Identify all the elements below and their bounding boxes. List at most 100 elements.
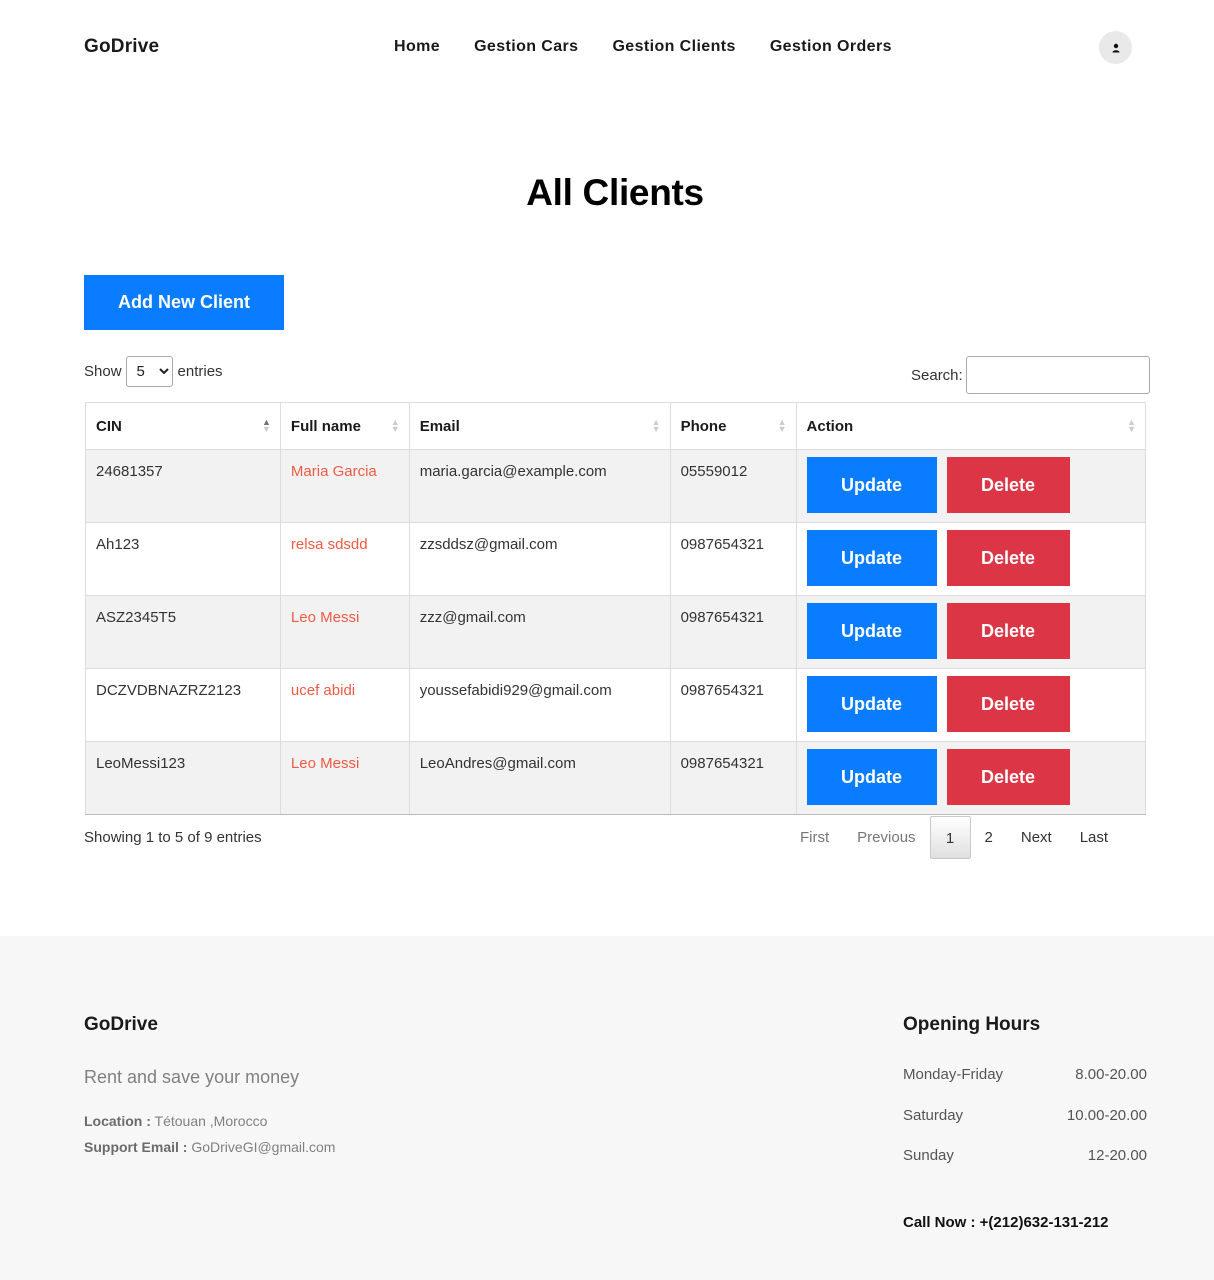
column-label: Email xyxy=(419,417,460,435)
brand-logo[interactable]: GoDrive xyxy=(84,36,159,58)
footer-location: Location : Tétouan ,Morocco xyxy=(84,1113,267,1129)
cell-action: Update Delete xyxy=(795,595,1147,669)
cell-phone: 0987654321 xyxy=(669,522,797,596)
hours-day: Saturday xyxy=(903,1106,964,1124)
update-button[interactable]: Update xyxy=(806,530,937,586)
delete-button[interactable]: Delete xyxy=(946,676,1070,732)
column-header-email[interactable]: Email ▲ ▼ xyxy=(408,402,671,450)
delete-button[interactable]: Delete xyxy=(946,603,1070,659)
delete-button[interactable]: Delete xyxy=(946,530,1070,586)
column-label: Phone xyxy=(680,417,727,435)
cell-full-name[interactable]: relsa sdsdd xyxy=(279,522,410,596)
delete-button[interactable]: Delete xyxy=(946,749,1070,805)
pagination-last[interactable]: Last xyxy=(1066,816,1122,859)
footer-tagline: Rent and save your money xyxy=(84,1067,300,1087)
column-header-phone[interactable]: Phone ▲ ▼ xyxy=(669,402,797,450)
hours-time: 12-20.00 xyxy=(1087,1147,1147,1164)
table-row: Ah123 relsa sdsdd zzsddsz@gmail.com 0987… xyxy=(85,522,1147,596)
pagination-next[interactable]: Next xyxy=(1007,816,1066,859)
column-label: CIN xyxy=(96,417,122,435)
cell-cin: 24681357 xyxy=(85,449,281,523)
nav-gestion-cars[interactable]: Gestion Cars xyxy=(474,38,578,56)
add-new-client-button[interactable]: Add New Client xyxy=(84,275,284,330)
cell-email: maria.garcia@example.com xyxy=(408,449,671,523)
update-button[interactable]: Update xyxy=(806,457,937,513)
cell-full-name[interactable]: Maria Garcia xyxy=(279,449,410,523)
cell-phone: 0987654321 xyxy=(669,741,797,815)
cell-phone: 0987654321 xyxy=(669,668,797,742)
navbar: GoDrive Home Gestion Cars Gestion Client… xyxy=(0,0,1214,96)
cell-cin: DCZVDBNAZRZ2123 xyxy=(85,668,281,742)
hours-time: 10.00-20.00 xyxy=(1066,1106,1147,1124)
entries-select[interactable]: 5 xyxy=(125,356,173,387)
footer-support-email: Support Email : GoDriveGI@gmail.com xyxy=(84,1139,335,1155)
entries-length-control: Show 5 entries xyxy=(84,356,223,387)
table-row: 24681357 Maria Garcia maria.garcia@examp… xyxy=(85,449,1147,523)
footer-brand: GoDrive xyxy=(84,1014,158,1035)
cell-email: LeoAndres@gmail.com xyxy=(408,741,671,815)
hours-time: 8.00-20.00 xyxy=(1075,1066,1147,1083)
column-label: Action xyxy=(806,417,854,435)
table-header-row: CIN ▲ ▼ Full name ▲ ▼ Email ▲ ▼ Phone ▲ ▼ Ac… xyxy=(85,402,1147,450)
pagination-page-2[interactable]: 2 xyxy=(971,816,1007,859)
pagination-previous[interactable]: Previous xyxy=(843,816,929,859)
hours-row: Monday-Friday 8.00-20.00 xyxy=(903,1066,1147,1107)
location-label: Location : xyxy=(84,1113,151,1129)
cell-full-name[interactable]: Leo Messi xyxy=(279,741,410,815)
pagination-first[interactable]: First xyxy=(786,816,843,859)
hours-row: Sunday 12-20.00 xyxy=(903,1147,1147,1188)
sort-icon: ▲ ▼ xyxy=(777,417,787,434)
clients-table: CIN ▲ ▼ Full name ▲ ▼ Email ▲ ▼ Phone ▲ ▼ Ac… xyxy=(85,402,1147,815)
column-header-full-name[interactable]: Full name ▲ ▼ xyxy=(279,402,410,450)
cell-action: Update Delete xyxy=(795,741,1147,815)
user-icon xyxy=(1112,43,1119,52)
column-header-cin[interactable]: CIN ▲ ▼ xyxy=(85,402,281,450)
cell-action: Update Delete xyxy=(795,522,1147,596)
cell-email: youssefabidi929@gmail.com xyxy=(408,668,671,742)
update-button[interactable]: Update xyxy=(806,676,937,732)
cell-action: Update Delete xyxy=(795,449,1147,523)
cell-cin: ASZ2345T5 xyxy=(85,595,281,669)
search-input[interactable] xyxy=(965,356,1150,394)
footer: GoDrive Rent and save your money Locatio… xyxy=(0,936,1214,1280)
pagination-page-1[interactable]: 1 xyxy=(929,816,971,859)
hours-day: Sunday xyxy=(903,1147,954,1164)
update-button[interactable]: Update xyxy=(806,749,937,805)
support-email-label: Support Email : xyxy=(84,1139,188,1155)
show-label: Show xyxy=(84,363,122,380)
page-title: All Clients xyxy=(526,172,704,213)
column-header-action[interactable]: Action ▲ ▼ xyxy=(795,402,1147,450)
nav-home[interactable]: Home xyxy=(394,38,440,56)
pagination: First Previous 1 2 Next Last xyxy=(786,816,1122,859)
entries-label: entries xyxy=(177,363,223,380)
support-email-value[interactable]: GoDriveGI@gmail.com xyxy=(191,1139,335,1155)
nav-gestion-orders[interactable]: Gestion Orders xyxy=(770,38,892,56)
cell-full-name[interactable]: ucef abidi xyxy=(279,668,410,742)
call-now[interactable]: Call Now : +(212)632-131-212 xyxy=(903,1214,1109,1231)
cell-cin: LeoMessi123 xyxy=(85,741,281,815)
table-row: DCZVDBNAZRZ2123 ucef abidi youssefabidi9… xyxy=(85,668,1147,742)
cell-email: zzz@gmail.com xyxy=(408,595,671,669)
cell-phone: 0987654321 xyxy=(669,595,797,669)
cell-full-name[interactable]: Leo Messi xyxy=(279,595,410,669)
cell-email: zzsddsz@gmail.com xyxy=(408,522,671,596)
sort-icon: ▲ ▼ xyxy=(390,417,400,434)
location-value: Tétouan ,Morocco xyxy=(154,1113,268,1129)
sort-asc-icon: ▲ ▼ xyxy=(261,417,271,434)
table-row: LeoMessi123 Leo Messi LeoAndres@gmail.co… xyxy=(85,741,1147,815)
hours-row: Saturday 10.00-20.00 xyxy=(903,1107,1147,1148)
cell-action: Update Delete xyxy=(795,668,1147,742)
cell-cin: Ah123 xyxy=(85,522,281,596)
main-nav: Home Gestion Cars Gestion Clients Gestio… xyxy=(394,38,926,56)
sort-icon: ▲ ▼ xyxy=(1127,417,1136,434)
delete-button[interactable]: Delete xyxy=(946,457,1070,513)
user-menu-button[interactable] xyxy=(1099,31,1132,64)
table-search: Search: xyxy=(911,356,1150,394)
cell-phone: 05559012 xyxy=(669,449,797,523)
nav-gestion-clients[interactable]: Gestion Clients xyxy=(612,38,735,56)
update-button[interactable]: Update xyxy=(806,603,937,659)
search-label: Search: xyxy=(911,366,963,384)
opening-hours-title: Opening Hours xyxy=(903,1014,1041,1035)
table-info: Showing 1 to 5 of 9 entries xyxy=(84,829,262,846)
sort-icon: ▲ ▼ xyxy=(651,417,661,434)
